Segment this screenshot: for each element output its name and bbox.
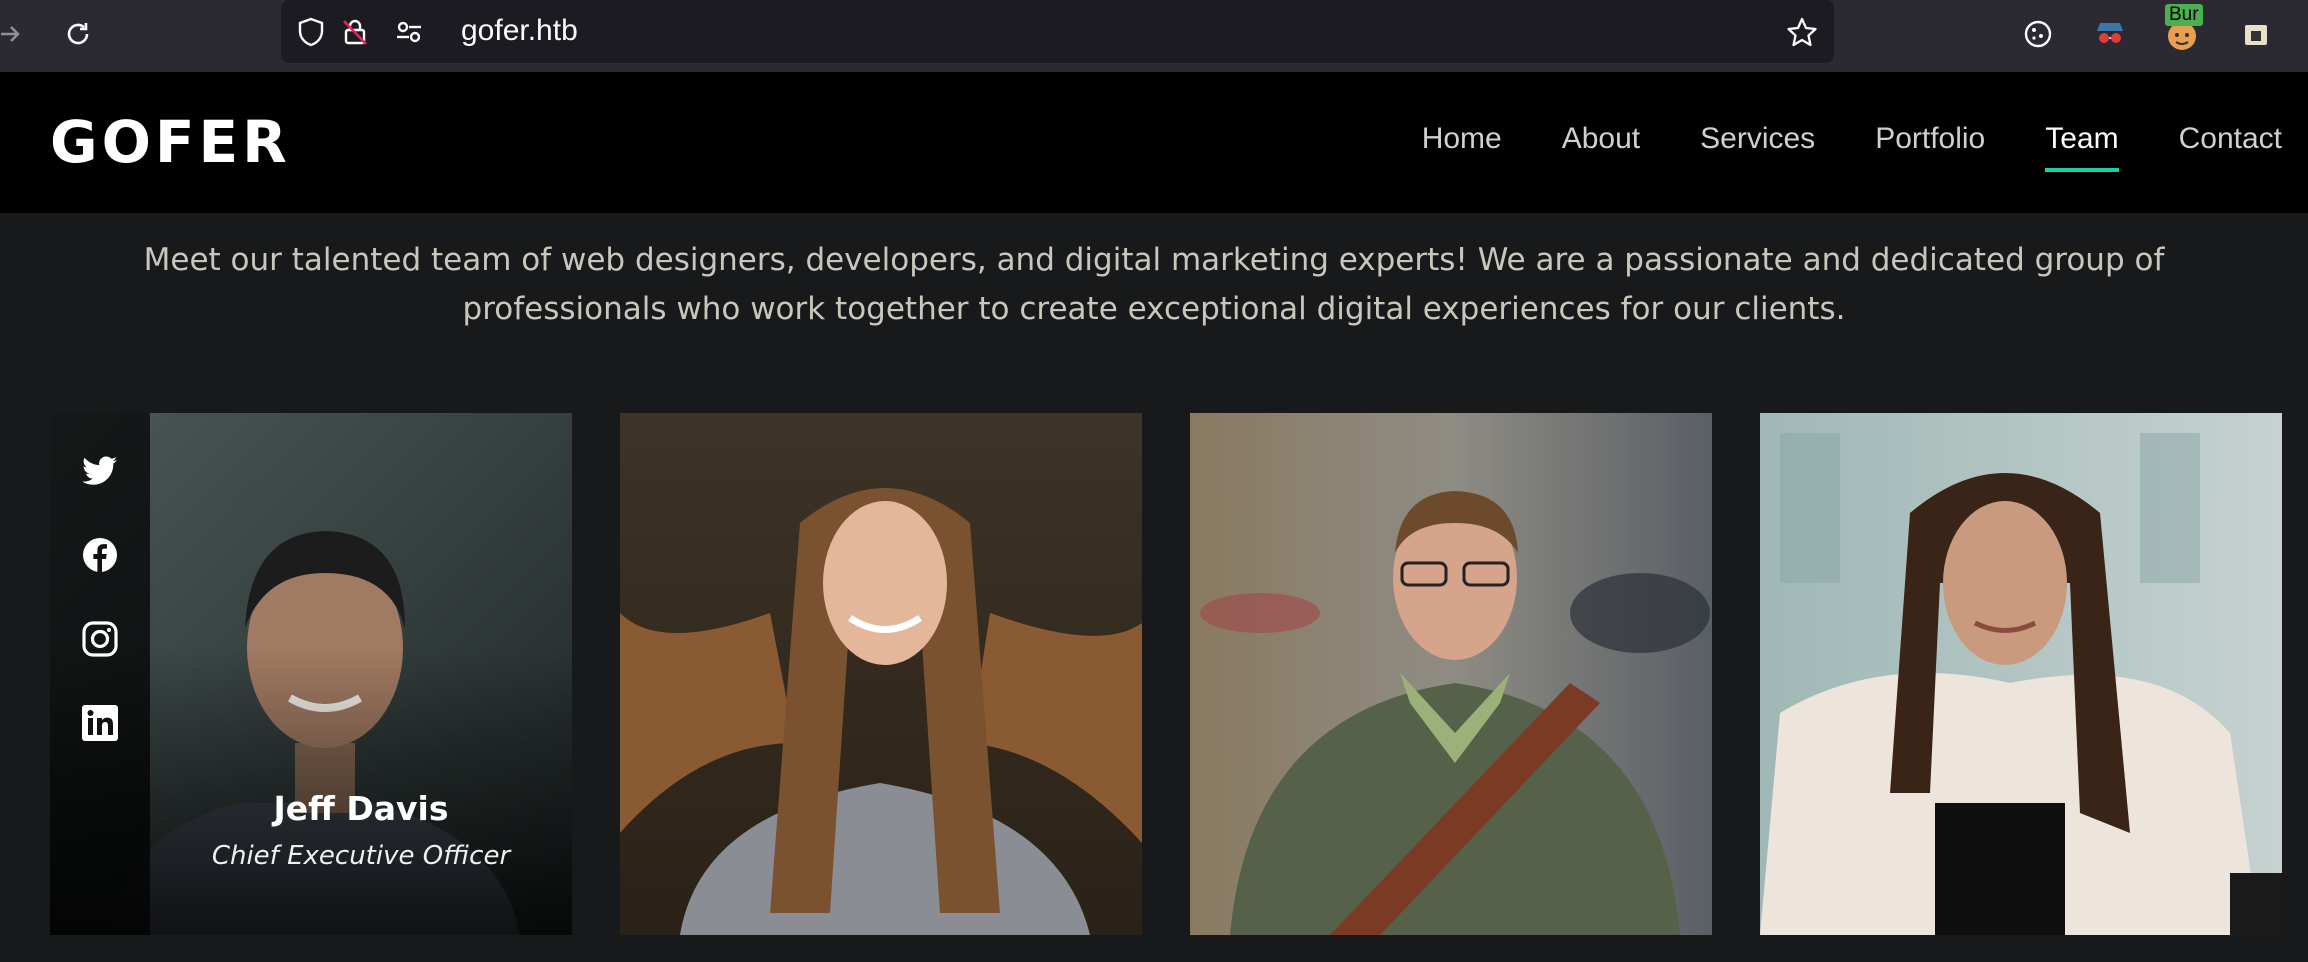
forward-icon[interactable] bbox=[0, 14, 30, 54]
twitter-icon[interactable] bbox=[82, 453, 118, 489]
facebook-icon[interactable] bbox=[82, 537, 118, 573]
nav-portfolio[interactable]: Portfolio bbox=[1875, 122, 1985, 166]
shield-icon[interactable] bbox=[295, 16, 327, 48]
nav-home[interactable]: Home bbox=[1422, 122, 1502, 166]
bookmark-star-icon[interactable] bbox=[1786, 16, 1818, 48]
team-card-4[interactable] bbox=[1760, 413, 2282, 935]
member-photo bbox=[1190, 413, 1712, 935]
permissions-icon[interactable] bbox=[393, 16, 425, 48]
spy-extension-icon[interactable] bbox=[2090, 14, 2130, 54]
nav-services[interactable]: Services bbox=[1700, 122, 1815, 166]
nav-team[interactable]: Team bbox=[2045, 122, 2119, 172]
extension-badge: Bur bbox=[2165, 4, 2203, 26]
extension-puzzle-icon[interactable] bbox=[2236, 14, 2276, 54]
url-text[interactable]: gofer.htb bbox=[461, 14, 578, 48]
main-nav: Home About Services Portfolio Team Conta… bbox=[1362, 122, 2282, 172]
linkedin-icon[interactable] bbox=[82, 705, 118, 741]
address-bar[interactable]: gofer.htb bbox=[281, 0, 1834, 63]
nav-contact[interactable]: Contact bbox=[2179, 122, 2282, 166]
social-links-bar bbox=[50, 413, 150, 935]
member-photo bbox=[620, 413, 1142, 935]
member-name: Jeff Davis bbox=[273, 789, 449, 828]
site-header: GOFER Home About Services Portfolio Team… bbox=[0, 72, 2308, 213]
browser-toolbar: gofer.htb Bur bbox=[0, 0, 2308, 72]
insecure-lock-icon[interactable] bbox=[339, 16, 371, 48]
member-photo bbox=[1760, 413, 2282, 935]
site-logo[interactable]: GOFER bbox=[50, 108, 291, 176]
instagram-icon[interactable] bbox=[82, 621, 118, 657]
reload-icon[interactable] bbox=[58, 14, 98, 54]
nav-about[interactable]: About bbox=[1562, 122, 1640, 166]
team-intro: Meet our talented team of web designers,… bbox=[143, 242, 2165, 327]
cookie-extension-icon[interactable] bbox=[2018, 14, 2058, 54]
team-card-3[interactable] bbox=[1190, 413, 1712, 935]
member-role: Chief Executive Officer bbox=[211, 841, 511, 871]
team-card-jeff-davis[interactable]: Jeff Davis Chief Executive Officer bbox=[50, 413, 572, 935]
team-card-2[interactable] bbox=[620, 413, 1142, 935]
